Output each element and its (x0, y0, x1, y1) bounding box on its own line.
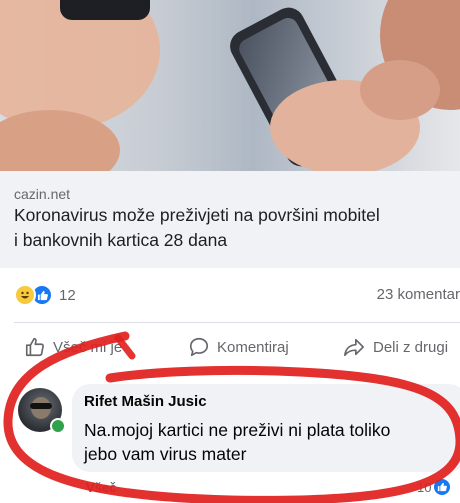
like-reaction-icon (434, 479, 451, 495)
share-button-label: Deli z drugi (373, 338, 449, 356)
comment-text: Na.mojoj kartici ne preživi ni plata tol… (84, 420, 391, 464)
thumbs-up-icon (25, 337, 44, 357)
share-button[interactable]: Deli z drugi (342, 334, 448, 360)
comment-reactions[interactable]: 10 (417, 479, 451, 495)
online-status-indicator (50, 418, 66, 434)
comment-icon (189, 337, 209, 357)
comment-count[interactable]: 23 komentar (377, 286, 460, 303)
article-photo[interactable] (0, 0, 460, 171)
comment-reaction-count: 10 (417, 479, 432, 495)
link-title-line-1: Koronavirus može preživjeti na površini … (14, 205, 380, 225)
comment-button[interactable]: Komentiraj (188, 334, 289, 360)
like-button-label: Všeč mi je (53, 338, 123, 356)
reaction-count: 12 (59, 286, 76, 304)
comment-button-label: Komentiraj (217, 338, 289, 356)
link-domain: cazin.net (14, 186, 71, 202)
divider (14, 322, 460, 323)
haha-reaction-icon (14, 284, 36, 306)
link-title[interactable]: Koronavirus može preživjeti na površini … (14, 203, 460, 253)
comment-author[interactable]: Rifet Mašin Jusic (84, 393, 207, 410)
comment-like-link[interactable]: Všeč (86, 480, 116, 495)
share-icon (344, 338, 364, 357)
link-title-line-2: i bankovnih kartica 28 dana (14, 230, 228, 250)
avatar-glasses (30, 403, 52, 409)
like-button[interactable]: Všeč mi je (24, 334, 122, 360)
reaction-summary[interactable]: 12 (14, 284, 76, 306)
